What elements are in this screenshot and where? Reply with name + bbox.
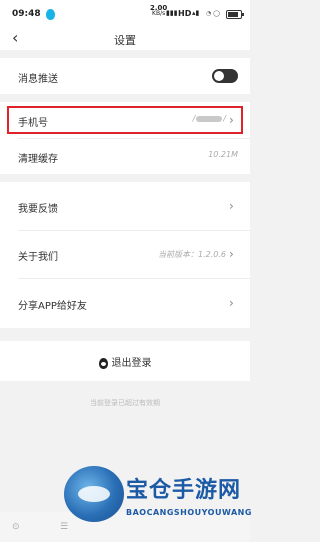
cache-value: 10.21M <box>208 150 238 159</box>
qq-notification-icon <box>46 9 55 20</box>
section-push: 消息推送 <box>0 58 250 94</box>
logout-button[interactable]: 退出登录 <box>0 341 250 381</box>
feedback-label: 我要反馈 <box>18 204 58 215</box>
footer-note: 当前登录已超过有效期 <box>90 399 160 407</box>
wifi-icon: ▴▮ <box>192 9 200 17</box>
home-tab-icon[interactable]: ⊙ <box>12 522 20 532</box>
header-bar: ‹ 设置 <box>0 28 250 50</box>
status-extra-icon: ◔ ◯ <box>206 10 220 17</box>
version-value: 当前版本：1.2.0.6 <box>158 250 226 259</box>
chevron-right-icon: › <box>229 199 234 213</box>
row-about[interactable]: 关于我们 当前版本：1.2.0.6 › <box>0 230 250 278</box>
highlight-box <box>7 106 243 134</box>
push-label: 消息推送 <box>18 74 58 85</box>
network-speed: 2.00 KB/s <box>150 4 168 17</box>
status-time: 09:48 <box>12 9 41 19</box>
chevron-right-icon: › <box>229 247 234 261</box>
cache-label: 清理缓存 <box>18 154 58 165</box>
push-toggle[interactable] <box>212 69 238 83</box>
share-label: 分享APP给好友 <box>18 301 87 312</box>
watermark-en: BAOCANGSHOUYOUWANG <box>126 508 252 517</box>
logout-label: 退出登录 <box>111 358 152 369</box>
battery-icon <box>226 10 244 19</box>
about-label: 关于我们 <box>18 252 58 263</box>
status-bar: 09:48 2.00 KB/s ▮▮▮ HD ▴▮ ◔ ◯ <box>0 0 250 28</box>
battery-level <box>228 12 238 17</box>
section-app: 我要反馈 › 关于我们 当前版本：1.2.0.6 › 分享APP给好友 › <box>0 182 250 328</box>
watermark-cn: 宝仓手游网 <box>126 477 242 503</box>
watermark-logo: 宝仓手游网 BAOCANGSHOUYOUWANG <box>60 464 252 542</box>
baocang-logo-icon <box>64 466 124 522</box>
row-cache[interactable]: 清理缓存 10.21M <box>0 138 250 174</box>
row-feedback[interactable]: 我要反馈 › <box>0 182 250 230</box>
row-share[interactable]: 分享APP给好友 › <box>0 278 250 328</box>
hd-label: HD <box>178 9 192 18</box>
row-push: 消息推送 <box>0 58 250 94</box>
chevron-right-icon: › <box>229 296 234 310</box>
qq-icon <box>98 357 108 369</box>
signal-icon: ▮▮▮ <box>166 9 178 17</box>
page-title: 设置 <box>114 34 136 47</box>
